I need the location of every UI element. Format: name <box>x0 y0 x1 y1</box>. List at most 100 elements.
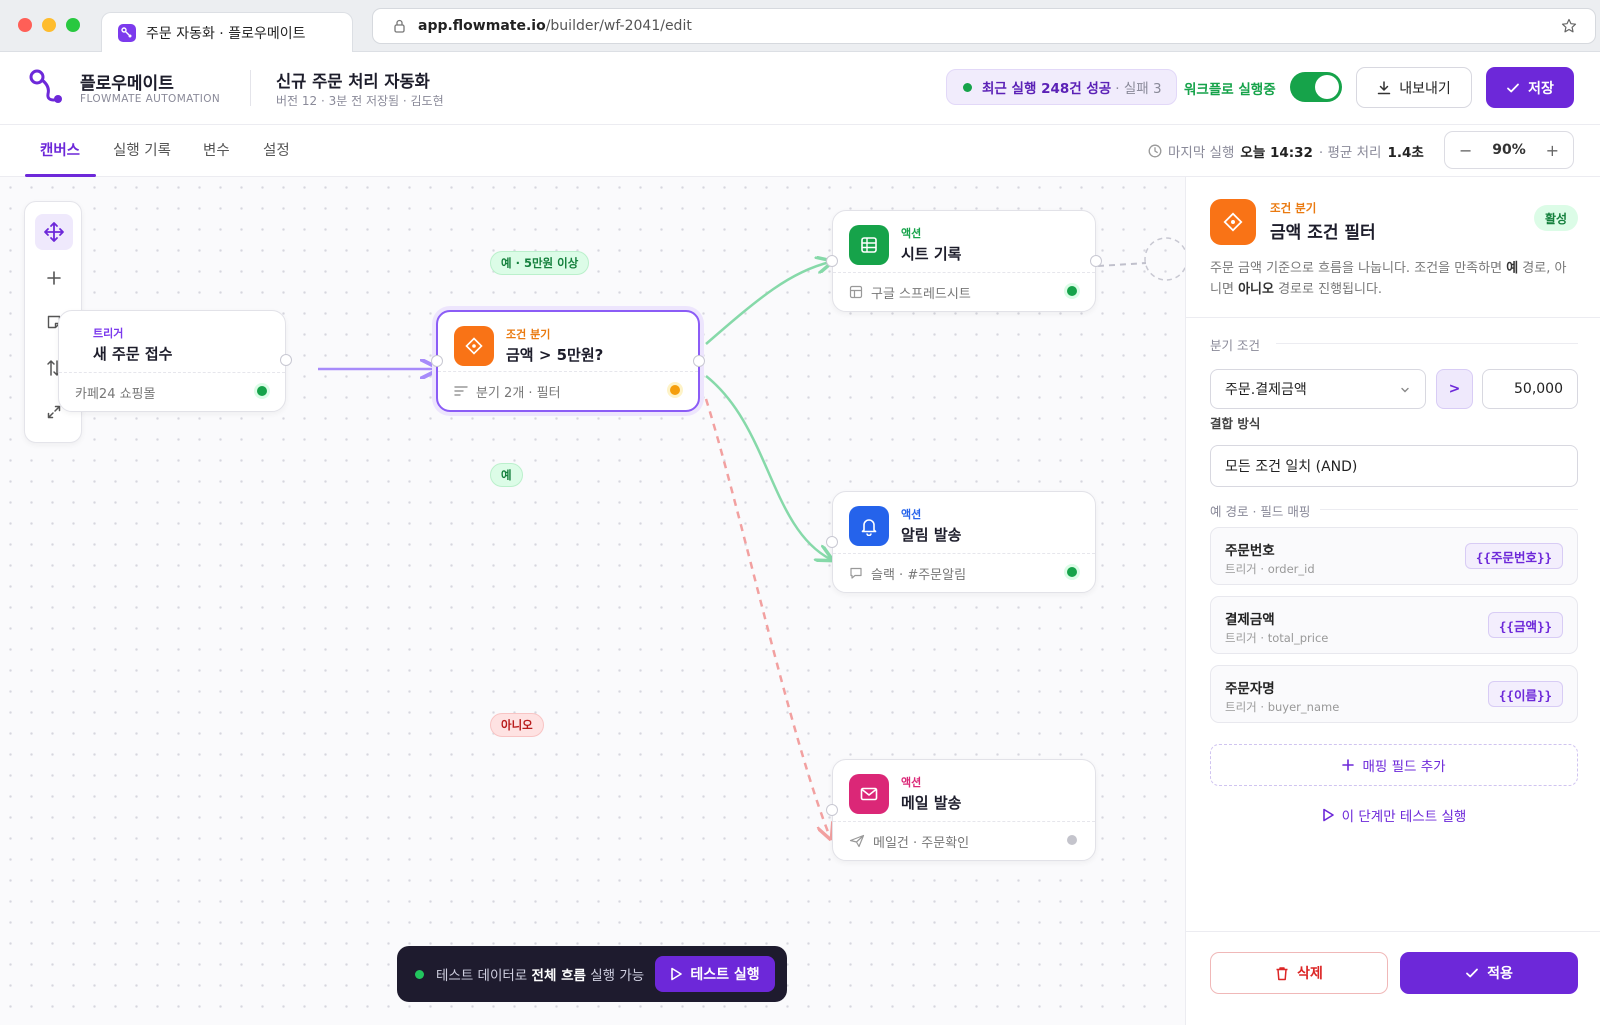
mapping-name: 결제금액 <box>1225 612 1275 628</box>
workflow-canvas[interactable]: 트리거 새 주문 접수 카페24 쇼핑몰 조건 분기 금액 > 5만원? 분기 … <box>0 177 1185 1025</box>
output-port[interactable] <box>280 354 292 366</box>
favicon-icon <box>118 23 136 42</box>
node-footer: 메일건 · 주문확인 <box>833 821 1095 860</box>
mapping-row[interactable]: 결제금액 트리거 · total_price {{금액}} <box>1210 596 1578 654</box>
browser-tab-title: 주문 자동화 · 플로우메이트 <box>146 25 306 42</box>
output-port[interactable] <box>693 355 705 367</box>
node-footer: 구글 스프레드시트 <box>833 272 1095 311</box>
node-condition[interactable]: 조건 분기 금액 > 5만원? 분기 2개 · 필터 <box>431 310 705 412</box>
testbar-text-bold: 전체 흐름 <box>531 968 586 984</box>
inspector-panel: 조건 분기 금액 조건 필터 활성 주문 금액 기준으로 흐름을 나눕니다. 조… <box>1185 177 1600 1025</box>
mapping-token[interactable]: {{주문번호}} <box>1464 543 1563 569</box>
play-icon <box>670 967 683 981</box>
download-icon <box>1377 80 1391 95</box>
address-bar[interactable]: app.flowmate.io/builder/wf-2041/edit <box>372 8 1596 44</box>
node-status-dot <box>257 386 267 396</box>
tab-run-history[interactable]: 실행 기록 <box>113 139 171 160</box>
maximize-window-button[interactable] <box>66 18 80 32</box>
browser-chrome: 주문 자동화 · 플로우메이트 app.flowmate.io/builder/… <box>0 0 1600 52</box>
delete-button[interactable]: 삭제 <box>1210 952 1388 994</box>
output-port[interactable] <box>1090 255 1102 267</box>
mapping-row[interactable]: 주문자명 트리거 · buyer_name {{이름}} <box>1210 665 1578 723</box>
test-run-label: 테스트 실행 <box>690 967 760 983</box>
tab-settings[interactable]: 설정 <box>263 139 290 160</box>
tab-canvas[interactable]: 캔버스 <box>40 139 80 160</box>
input-port[interactable] <box>431 355 443 367</box>
trash-icon <box>1275 966 1289 981</box>
edge-sheet-next <box>1097 262 1147 267</box>
bookmark-star-icon[interactable] <box>1561 18 1577 34</box>
test-step-label: 이 단계만 테스트 실행 <box>1341 809 1467 825</box>
edge-label-yes-high: 예 · 5만원 이상 <box>490 251 590 275</box>
last-run-value: 오늘 14:32 <box>1240 145 1313 161</box>
add-mapping-button[interactable]: 매핑 필드 추가 <box>1210 744 1578 786</box>
check-icon <box>1506 81 1520 95</box>
node-trigger[interactable]: 트리거 새 주문 접수 카페24 쇼핑몰 <box>58 310 292 412</box>
node-notify[interactable]: 액션 알림 발송 슬랙 · #주문알림 <box>826 491 1096 593</box>
tab-variables[interactable]: 변수 <box>203 139 230 160</box>
node-type-label: 조건 분기 <box>506 328 551 341</box>
zoom-out-button[interactable]: − <box>1459 141 1472 160</box>
export-button[interactable]: 내보내기 <box>1356 67 1472 108</box>
avg-label: · 평균 처리 <box>1318 145 1382 161</box>
node-status-dot <box>1067 567 1077 577</box>
mapping-token[interactable]: {{이름}} <box>1487 681 1563 707</box>
testbar-text-suffix: 실행 가능 <box>590 968 645 984</box>
url-host: app.flowmate.io <box>418 18 546 34</box>
node-type-label: 액션 <box>901 776 922 789</box>
operator-select[interactable]: > <box>1436 369 1473 409</box>
bell-node-icon <box>849 506 889 546</box>
node-footer: 분기 2개 · 필터 <box>438 371 698 410</box>
value-input[interactable]: 50,000 <box>1482 369 1578 409</box>
apply-button[interactable]: 적용 <box>1400 952 1578 994</box>
test-run-button[interactable]: 테스트 실행 <box>655 956 775 992</box>
add-node-button[interactable] <box>35 260 73 296</box>
combine-mode-field[interactable]: 모든 조건 일치 (AND) <box>1210 445 1578 487</box>
node-title: 메일 발송 <box>901 794 962 812</box>
workflow-title[interactable]: 신규 주문 처리 자동화 <box>276 68 430 92</box>
mapping-source: 트리거 · buyer_name <box>1225 700 1340 714</box>
node-type-label: 액션 <box>901 508 922 521</box>
input-port[interactable] <box>826 255 838 267</box>
close-window-button[interactable] <box>18 18 32 32</box>
brand-logo-icon[interactable] <box>28 68 68 108</box>
zoom-in-button[interactable]: + <box>1546 141 1559 160</box>
avg-value: 1.4초 <box>1387 145 1424 161</box>
panel-title: 금액 조건 필터 <box>1270 223 1376 243</box>
edge-condition-mail <box>704 398 830 837</box>
mapping-section-label: 예 경로 · 필드 매핑 <box>1210 504 1311 519</box>
workflow-active-toggle[interactable] <box>1290 72 1342 102</box>
test-step-button[interactable]: 이 단계만 테스트 실행 <box>1210 801 1578 829</box>
input-port[interactable] <box>826 804 838 816</box>
zoom-control: − 90% + <box>1444 131 1574 169</box>
delete-label: 삭제 <box>1297 966 1323 982</box>
last-run-label: 마지막 실행 <box>1168 145 1235 161</box>
panel-node-type: 조건 분기 <box>1270 201 1317 215</box>
brand-name: 플로우메이트 <box>80 74 174 94</box>
input-port[interactable] <box>826 536 838 548</box>
node-sheet[interactable]: 액션 시트 기록 구글 스프레드시트 <box>826 210 1102 312</box>
send-icon <box>849 834 865 848</box>
node-title: 금액 > 5만원? <box>506 346 604 364</box>
branch-condition-label: 분기 조건 <box>1210 338 1260 353</box>
browser-tab[interactable]: 주문 자동화 · 플로우메이트 <box>101 12 353 52</box>
mapping-name: 주문자명 <box>1225 681 1275 697</box>
header-divider <box>250 70 251 106</box>
mapping-name: 주문번호 <box>1225 543 1275 559</box>
testbar-text-prefix: 테스트 데이터로 <box>436 968 528 984</box>
success-dot-icon <box>963 82 972 92</box>
save-button[interactable]: 저장 <box>1486 67 1574 108</box>
panel-description: 주문 금액 기준으로 흐름을 나눕니다. 조건을 만족하면 예 경로, 아니면 … <box>1210 261 1567 297</box>
mapping-row[interactable]: 주문번호 트리거 · order_id {{주문번호}} <box>1210 527 1578 585</box>
field-select[interactable]: 주문.결제금액 <box>1210 369 1426 409</box>
minimize-window-button[interactable] <box>42 18 56 32</box>
move-tool-button[interactable] <box>35 214 73 250</box>
mapping-token[interactable]: {{금액}} <box>1487 612 1563 638</box>
table-icon <box>849 285 863 299</box>
node-footer-text: 슬랙 · #주문알림 <box>871 567 967 583</box>
run-summary-badge[interactable]: 최근 실행 248건 성공 · 실패 3 <box>946 69 1177 105</box>
node-mail[interactable]: 액션 메일 발송 메일건 · 주문확인 <box>826 759 1096 861</box>
app-header: 플로우메이트 FLOWMATE AUTOMATION 신규 주문 처리 자동화 … <box>0 52 1600 125</box>
test-run-bar: 테스트 데이터로 전체 흐름 실행 가능 테스트 실행 <box>397 946 787 1002</box>
node-footer: 슬랙 · #주문알림 <box>833 553 1095 592</box>
